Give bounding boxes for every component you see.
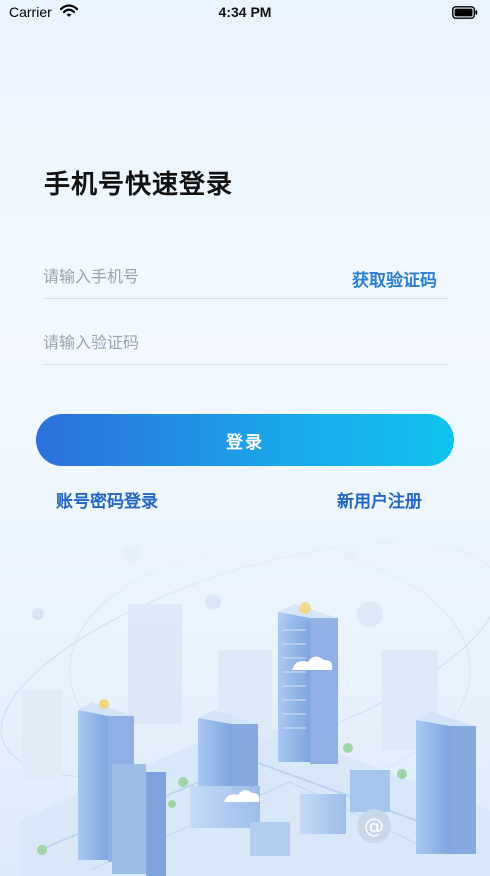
register-link[interactable]: 新用户注册 [337,487,422,512]
status-bar: Carrier 4:34 PM [0,0,490,26]
verification-code-input[interactable] [43,325,323,359]
battery-icon [452,6,478,24]
phone-input[interactable] [43,259,323,293]
status-time: 4:34 PM [218,4,272,20]
code-field-row [43,325,449,365]
login-button[interactable]: 登录 [36,414,454,466]
page-title: 手机号快速登录 [44,170,234,200]
city-illustration: @ [0,520,490,876]
get-code-button[interactable]: 获取验证码 [352,266,437,291]
password-login-link[interactable]: 账号密码登录 [56,487,158,512]
phone-field-row: 获取验证码 [43,259,449,299]
